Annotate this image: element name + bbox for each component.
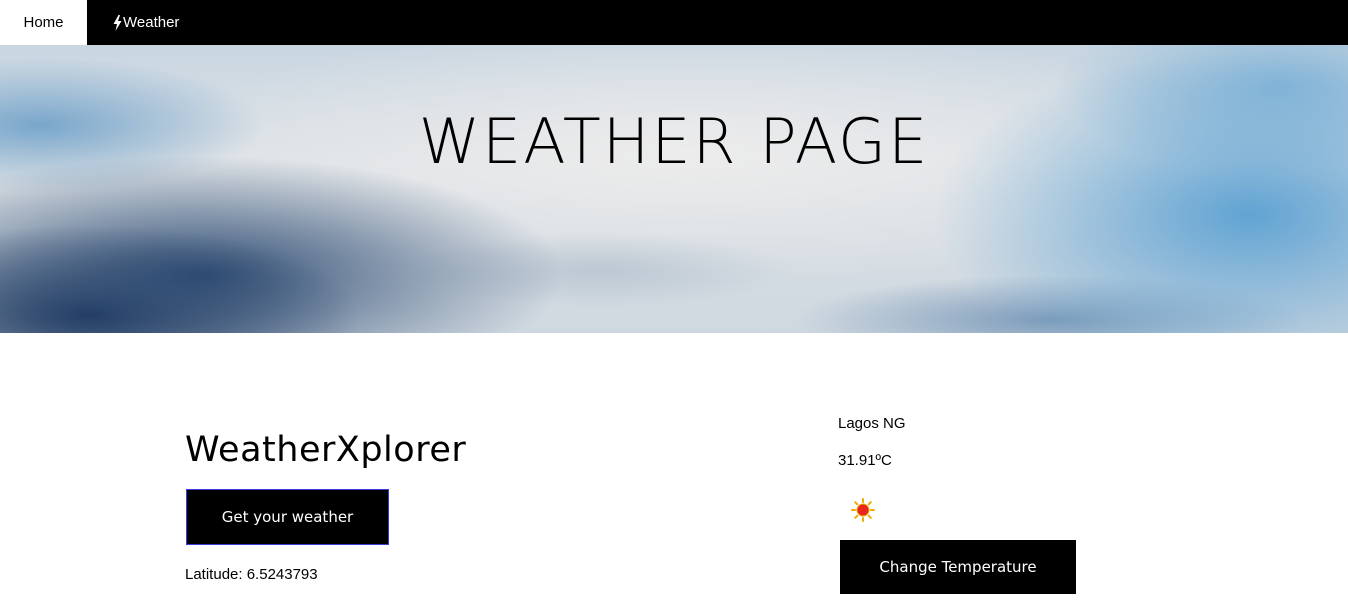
sun-icon [851,498,875,522]
hero-banner: WEATHER PAGE [0,45,1348,333]
location-text: Lagos NG [838,415,906,432]
nav-weather-link[interactable]: Weather [113,0,179,45]
top-navbar: Home Weather [0,0,1348,45]
get-weather-button[interactable]: Get your weather [186,489,389,545]
lightning-bolt-icon [113,14,122,31]
nav-home-link[interactable]: Home [0,0,87,45]
temperature-text: 31.91ºC [838,452,892,469]
change-temperature-button[interactable]: Change Temperature [840,540,1076,594]
page-title: WEATHER PAGE [418,105,930,178]
nav-weather-label: Weather [123,14,180,31]
app-title: WeatherXplorer [185,430,467,470]
latitude-text: Latitude: 6.5243793 [185,566,318,583]
